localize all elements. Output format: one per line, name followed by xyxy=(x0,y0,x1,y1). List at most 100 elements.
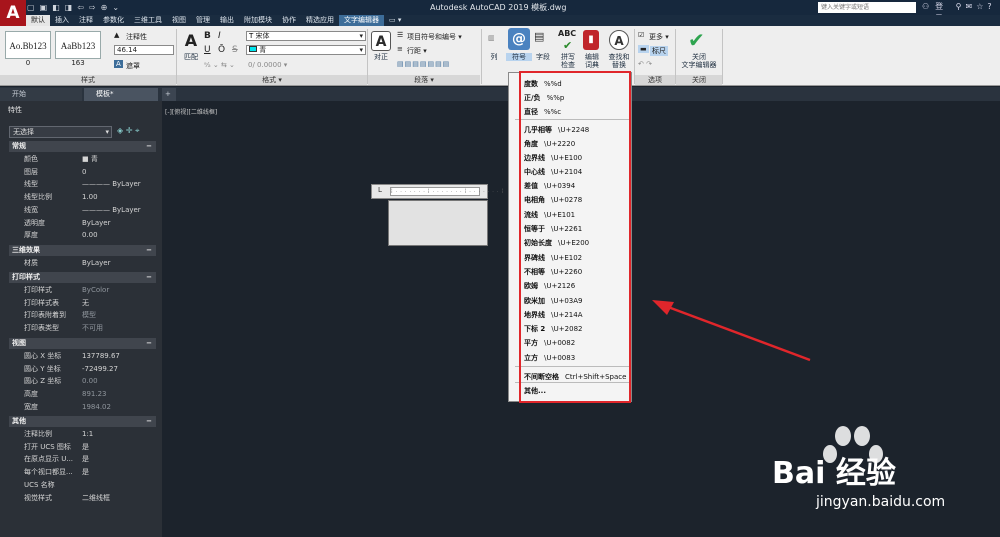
qat-button-4[interactable]: ⇦ xyxy=(77,2,84,13)
title-control-1[interactable]: ✉ xyxy=(966,2,973,11)
ribbon-tab-6[interactable]: 管理 xyxy=(191,15,215,26)
property-row[interactable]: 在原点显示 U... 是 xyxy=(9,453,156,466)
edit-dictionary-label[interactable]: 编辑 词典 xyxy=(580,53,604,69)
collapse-icon[interactable]: − xyxy=(146,245,152,256)
section-header-view[interactable]: 视图 − xyxy=(9,338,156,349)
qat-button-0[interactable]: ▢ xyxy=(27,2,35,13)
underline-icon[interactable]: U xyxy=(204,45,211,55)
property-row[interactable]: 打印表附着到 模型 xyxy=(9,309,156,322)
property-row[interactable]: 圆心 Z 坐标 0.00 xyxy=(9,375,156,388)
property-row[interactable]: 宽度 1984.02 xyxy=(9,401,156,414)
ribbon-tab-5[interactable]: 视图 xyxy=(167,15,191,26)
color-select[interactable]: 青 ▾ xyxy=(246,45,366,55)
collapse-icon[interactable]: − xyxy=(146,141,152,152)
ribbon-tab-7[interactable]: 输出 xyxy=(215,15,239,26)
columns-icon[interactable]: ▥ xyxy=(488,34,495,42)
undo-redo-icons[interactable]: ↶ ↷ xyxy=(638,60,652,68)
property-row[interactable]: 圆心 Y 坐标 -72499.27 xyxy=(9,363,156,376)
tab-start[interactable]: 开始 xyxy=(0,88,82,101)
property-row[interactable]: 视觉样式 二维线框 xyxy=(9,492,156,505)
line-spacing-label[interactable]: 行距 ▾ xyxy=(407,46,427,56)
oblique-icon[interactable]: 0/ 0.0000 ▾ xyxy=(248,61,287,69)
property-row[interactable]: 打印表类型 不可用 xyxy=(9,322,156,335)
mtext-edit-box[interactable] xyxy=(388,200,488,246)
at-symbol-icon[interactable]: @ xyxy=(508,28,530,50)
title-control-2[interactable]: ☆ xyxy=(976,2,983,11)
italic-icon[interactable]: I xyxy=(218,31,221,41)
ribbon-tab-8[interactable]: 附加模块 xyxy=(239,15,277,26)
annotative-label[interactable]: 注释性 xyxy=(126,32,147,42)
case-tools-icon[interactable]: ᵃ⁄ₐ ⌄ ⇆ ⌄ xyxy=(204,61,235,69)
close-editor-button[interactable]: 关闭 文字编辑器 xyxy=(676,53,722,69)
bullets-icon[interactable]: ☰ xyxy=(397,31,403,39)
viewport-label[interactable]: [-][俯视][二维线框] xyxy=(165,107,217,116)
collapse-icon[interactable]: − xyxy=(146,272,152,283)
ribbon-tab-4[interactable]: 三维工具 xyxy=(129,15,167,26)
ribbon-tab-0[interactable]: 默认 xyxy=(26,15,50,26)
ruler-icon[interactable]: ▬ xyxy=(638,45,649,53)
close-editor-icon[interactable]: ✔ xyxy=(688,28,705,52)
bullets-label[interactable]: 项目符号和编号 ▾ xyxy=(407,32,462,42)
more-icon[interactable]: ☑ xyxy=(638,31,644,39)
ribbon-tab-12[interactable]: ▭ ▾ xyxy=(384,15,406,26)
field-icon[interactable]: ▤ xyxy=(534,30,544,43)
property-row[interactable]: 线型 ———— ByLayer xyxy=(9,178,156,191)
ruler-label[interactable]: 标尺 xyxy=(650,46,668,56)
section-header-general[interactable]: 常规 − xyxy=(9,141,156,152)
collapse-icon[interactable]: − xyxy=(146,338,152,349)
qat-button-6[interactable]: ⊕ xyxy=(101,2,108,13)
new-tab-button[interactable]: + xyxy=(162,88,176,101)
match-format-icon[interactable]: A xyxy=(181,31,201,51)
title-control-0[interactable]: ⚲ xyxy=(956,2,962,11)
qat-button-2[interactable]: ◧ xyxy=(52,2,60,13)
property-row[interactable]: UCS 名称 xyxy=(9,479,156,492)
ribbon-tab-11[interactable]: 文字编辑器 xyxy=(339,15,384,26)
app-logo[interactable]: A xyxy=(0,0,26,26)
qat-button-5[interactable]: ⇨ xyxy=(89,2,96,13)
search-input[interactable] xyxy=(818,2,916,13)
mask-icon[interactable]: A xyxy=(114,60,123,68)
font-select[interactable]: T 宋体 ▾ xyxy=(246,31,366,41)
property-row[interactable]: 线型比例 1.00 xyxy=(9,191,156,204)
property-row[interactable]: 打印样式 ByColor xyxy=(9,284,156,297)
property-row[interactable]: 打印样式表 无 xyxy=(9,297,156,310)
dictionary-icon[interactable]: ▮ xyxy=(583,30,599,50)
qat-button-1[interactable]: ▣ xyxy=(40,2,48,13)
property-row[interactable]: 圆心 X 坐标 137789.67 xyxy=(9,350,156,363)
selection-dropdown[interactable]: 无选择 ▾ xyxy=(9,126,112,138)
property-row[interactable]: 打开 UCS 图标 是 xyxy=(9,441,156,454)
property-row[interactable]: 颜色 ■ 青 xyxy=(9,153,156,166)
more-label[interactable]: 更多 ▾ xyxy=(649,32,669,42)
ribbon-tab-2[interactable]: 注释 xyxy=(74,15,98,26)
property-row[interactable]: 厚度 0.00 xyxy=(9,229,156,242)
paragraph-align-icons[interactable]: ▤▤▤▤▤▤▤ xyxy=(397,60,450,68)
property-row[interactable]: 图层 0 xyxy=(9,166,156,179)
title-control-3[interactable]: ? xyxy=(987,2,991,11)
qat-button-3[interactable]: ◨ xyxy=(65,2,73,13)
spell-check-icon[interactable]: ABC xyxy=(558,29,576,38)
overline-icon[interactable]: Ō xyxy=(218,45,225,55)
property-row[interactable]: 高度 891.23 xyxy=(9,388,156,401)
property-row[interactable]: 材质 ByLayer xyxy=(9,257,156,270)
bold-icon[interactable]: B xyxy=(204,31,211,41)
annotative-icon[interactable]: ▲ xyxy=(114,31,119,39)
line-spacing-icon[interactable]: ≡ xyxy=(397,45,403,53)
strikethrough-icon[interactable]: S xyxy=(232,45,238,55)
text-style-swatch-1[interactable]: Ao.Bb123 xyxy=(5,31,51,59)
text-height-field[interactable]: 46.14 xyxy=(114,45,174,55)
tab-drawing[interactable]: 模板* xyxy=(84,88,158,101)
quick-select-icons[interactable]: ◈ ✛ ⌖ xyxy=(117,126,139,136)
text-style-swatch-2[interactable]: AaBb123 xyxy=(55,31,101,59)
ribbon-tab-3[interactable]: 参数化 xyxy=(98,15,129,26)
property-row[interactable]: 透明度 ByLayer xyxy=(9,217,156,230)
collapse-icon[interactable]: − xyxy=(146,416,152,427)
section-header-misc[interactable]: 其他 − xyxy=(9,416,156,427)
mask-label[interactable]: 遮罩 xyxy=(126,61,140,71)
property-row[interactable]: 注释比例 1:1 xyxy=(9,428,156,441)
justify-icon[interactable]: A xyxy=(371,31,391,51)
property-row[interactable]: 每个视口都显... 是 xyxy=(9,466,156,479)
match-format-label[interactable]: 匹配 xyxy=(178,53,204,61)
find-replace-label[interactable]: 查找和 替换 xyxy=(604,53,634,69)
ribbon-tab-9[interactable]: 协作 xyxy=(277,15,301,26)
section-header-3d[interactable]: 三维效果 − xyxy=(9,245,156,256)
